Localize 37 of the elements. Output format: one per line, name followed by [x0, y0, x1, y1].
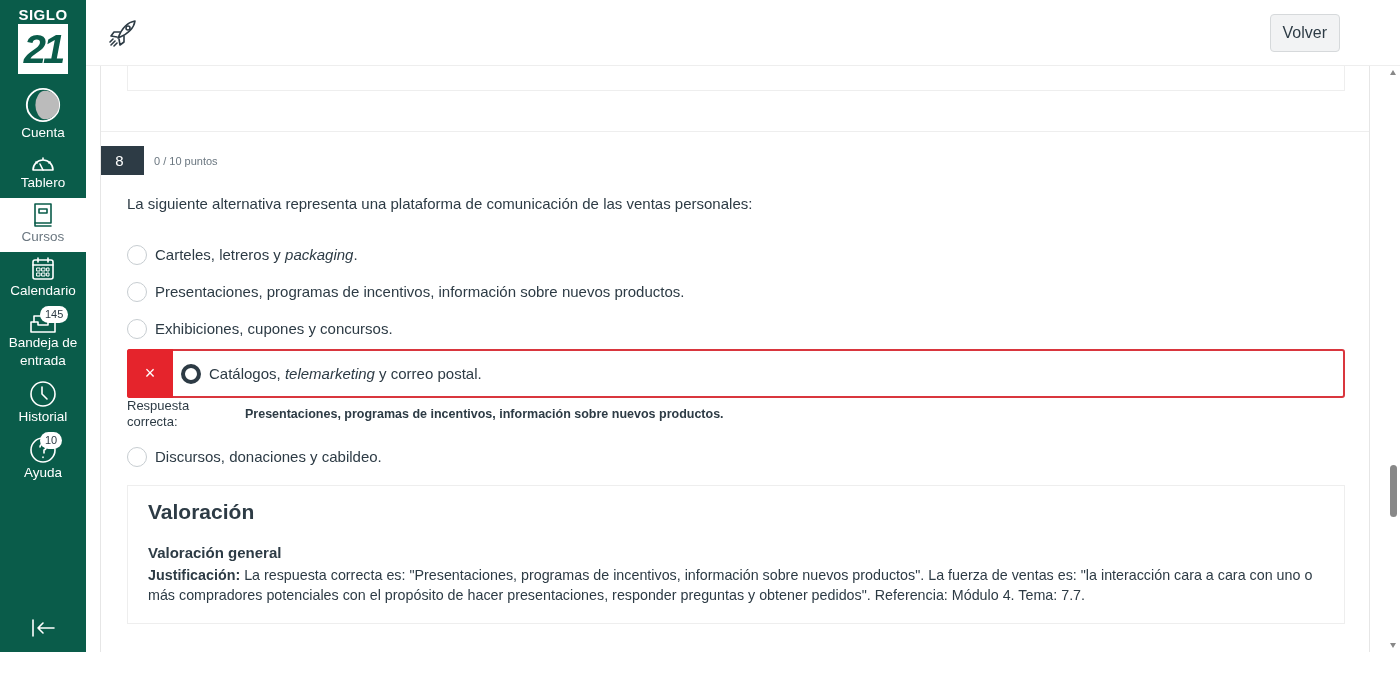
- question-text: La siguiente alternativa representa una plataforma de comunicación de las ventas personales:: [127, 195, 754, 212]
- rocket-icon: [108, 17, 138, 48]
- nav-item[interactable]: Calendario: [0, 252, 86, 306]
- correct-answer-text: Presentaciones, programas de incentivos, información sobre nuevos productos.: [245, 407, 724, 421]
- scroll-thumb[interactable]: [1389, 465, 1397, 517]
- answer-text: Discursos, donaciones y cabildeo.: [155, 448, 382, 465]
- nav-item[interactable]: 145 Bandeja de entrada: [0, 306, 86, 376]
- book-icon: [32, 202, 54, 228]
- count-badge: 10: [40, 432, 63, 449]
- help-icon: [29, 436, 57, 464]
- nav-item[interactable]: Cursos: [0, 198, 86, 252]
- count-badge: 145: [40, 306, 69, 323]
- scroll-down-icon[interactable]: [1390, 643, 1396, 648]
- logo-text: SIGLO: [18, 6, 68, 24]
- radio-button[interactable]: [181, 363, 201, 384]
- scroll-up-icon[interactable]: [1390, 70, 1396, 75]
- clock-icon: [29, 380, 57, 408]
- logo-mark: 21: [18, 24, 68, 74]
- correct-answer-label: Respuesta correcta:: [127, 398, 191, 430]
- feedback-text: Justificación: La respuesta correcta es: "Presentaciones, programas de incentivos, información sobre nuevos productos". La fuerza de ventas es: "la interacción cara a cara con uno o más compradores potenciales con el propósito de hacer presentaciones, responder preguntas y obtener pedidos". Referencia: Módulo 4. Tema: 7.7.: [148, 566, 1314, 605]
- feedback-subtitle: Valoración general: [148, 544, 283, 561]
- answer-text: Presentaciones, programas de incentivos, información sobre nuevos productos.: [155, 283, 685, 300]
- answer-text: Exhibiciones, cupones y concursos.: [155, 320, 393, 337]
- points-text: 0 / 10 puntos: [154, 154, 218, 167]
- answer-text: Catálogos, telemarketing y correo postal.: [209, 365, 482, 382]
- answer-text: Carteles, letreros y packaging.: [155, 246, 358, 263]
- nav-item[interactable]: Cuenta: [0, 82, 86, 148]
- question-number: 8: [101, 146, 144, 175]
- feedback-title: Valoración: [148, 500, 256, 524]
- back-button[interactable]: Volver: [1269, 13, 1340, 52]
- calendar-icon: [30, 256, 56, 282]
- avatar-icon: [24, 86, 62, 124]
- nav-item[interactable]: Historial: [0, 376, 86, 432]
- nav-item[interactable]: Tablero: [0, 148, 86, 198]
- collapse-icon[interactable]: [30, 618, 56, 638]
- wrong-mark: ×: [127, 349, 173, 398]
- nav-item[interactable]: 10 Ayuda: [0, 432, 86, 488]
